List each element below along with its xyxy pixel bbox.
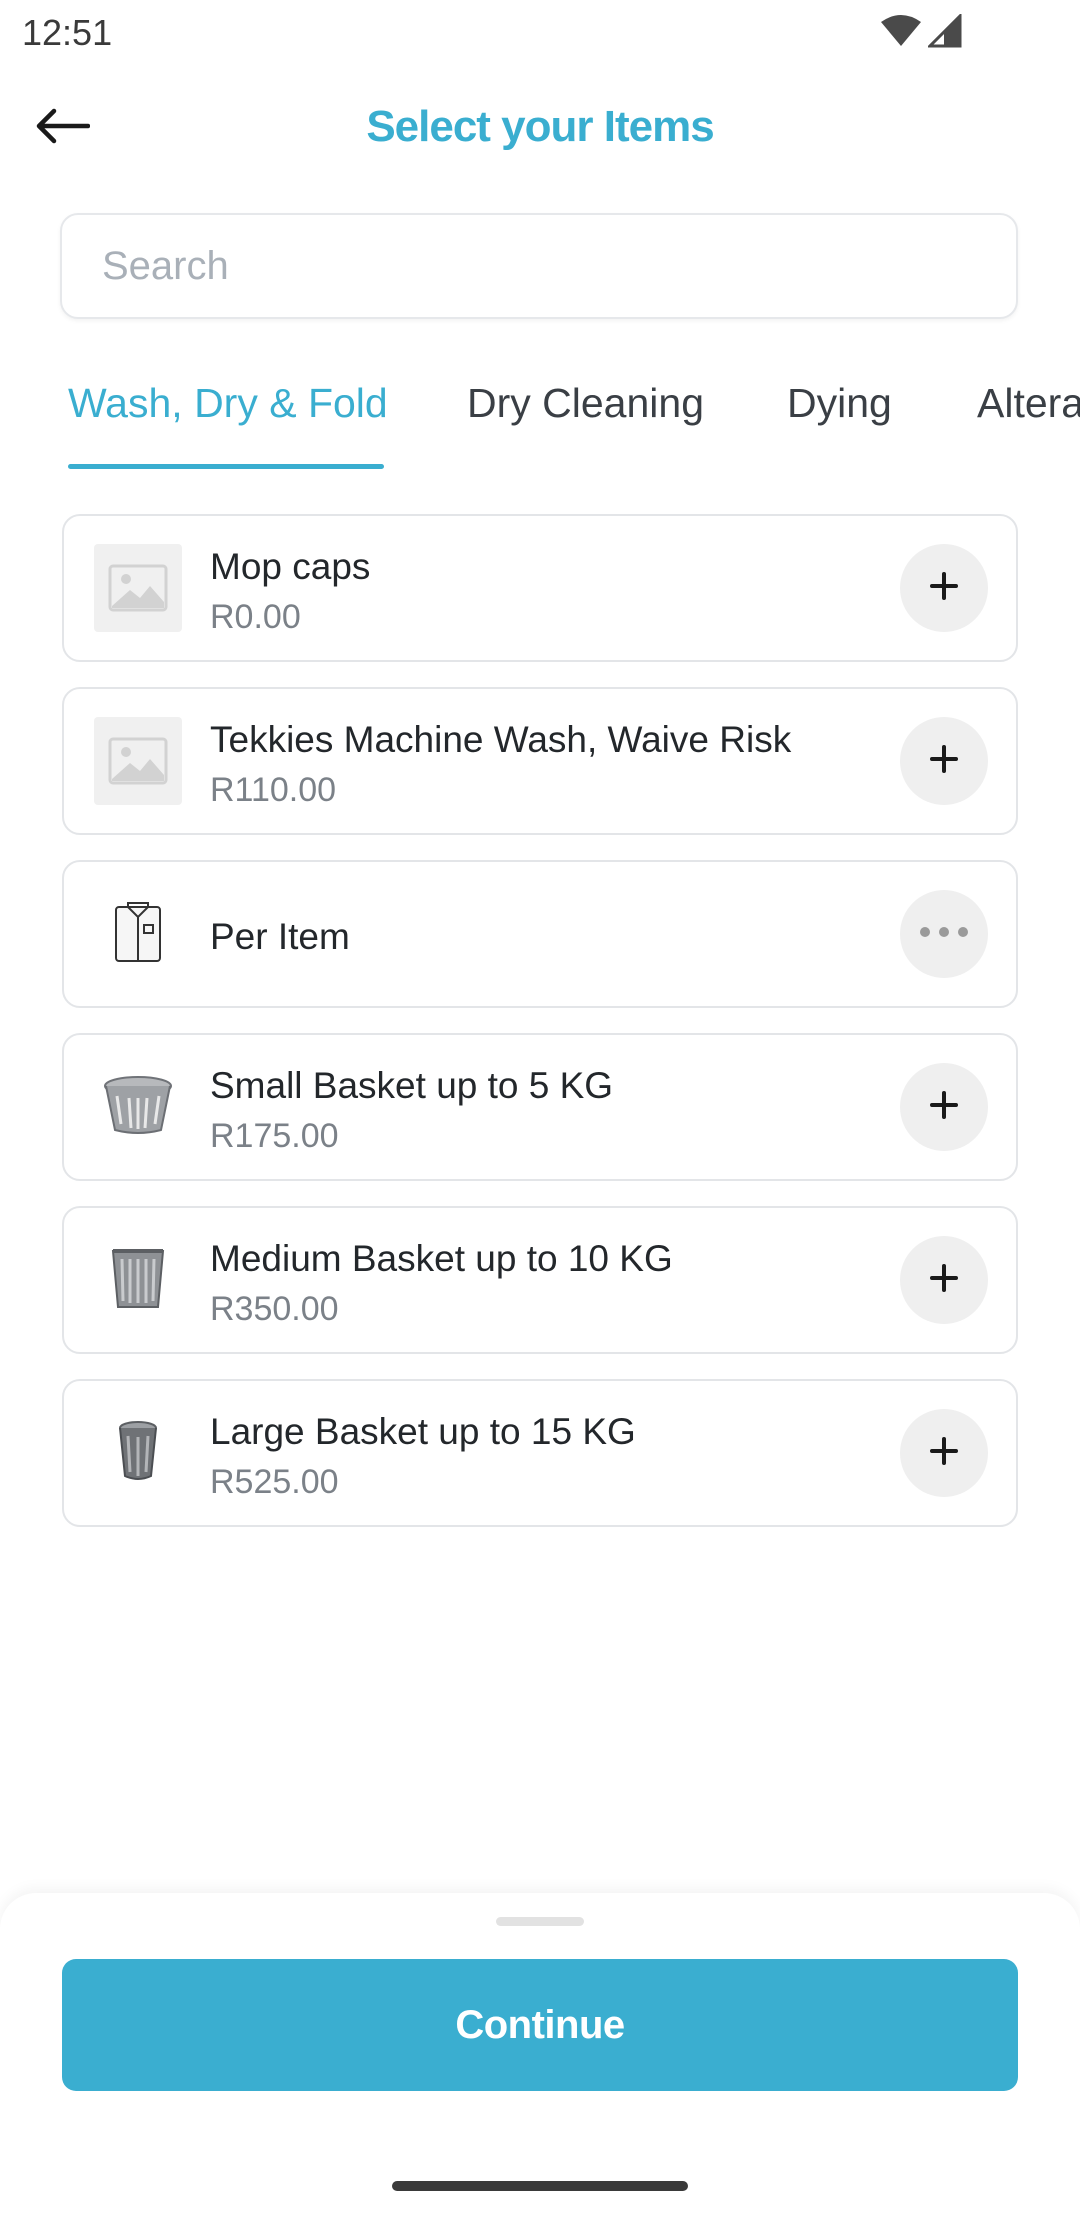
more-icon — [919, 925, 969, 943]
active-tab-indicator — [68, 464, 384, 469]
image-placeholder-icon — [94, 717, 182, 805]
item-thumbnail — [94, 1063, 182, 1151]
item-name: Small Basket up to 5 KG — [210, 1065, 614, 1106]
bottom-sheet: Continue — [0, 1893, 1080, 2220]
plus-icon — [929, 571, 959, 606]
drag-handle[interactable] — [496, 1917, 584, 1926]
item-thumbnail — [94, 1236, 182, 1324]
item-price: R525.00 — [210, 1463, 339, 1501]
image-placeholder-icon — [94, 544, 182, 632]
status-icons — [880, 12, 962, 53]
status-bar: 12:51 — [0, 0, 1080, 64]
plus-icon — [929, 1263, 959, 1298]
list-item[interactable]: Large Basket up to 15 KG R525.00 — [62, 1379, 1018, 1527]
plus-icon — [929, 1436, 959, 1471]
item-name: Medium Basket up to 10 KG — [210, 1238, 673, 1279]
item-name: Tekkies Machine Wash, Waive Risk — [210, 719, 792, 760]
list-item[interactable]: Small Basket up to 5 KG R175.00 — [62, 1033, 1018, 1181]
add-item-button[interactable] — [900, 1236, 988, 1324]
item-price: R350.00 — [210, 1290, 339, 1328]
item-thumbnail — [94, 890, 182, 978]
large-basket-icon — [117, 1420, 159, 1487]
list-item[interactable]: Tekkies Machine Wash, Waive Risk R110.00 — [62, 687, 1018, 835]
header: Select your Items — [0, 70, 1080, 190]
item-name: Mop caps — [210, 546, 371, 587]
search-input[interactable] — [62, 215, 1016, 317]
plus-icon — [929, 1090, 959, 1125]
add-item-button[interactable] — [900, 544, 988, 632]
more-options-button[interactable] — [900, 890, 988, 978]
list-item[interactable]: Medium Basket up to 10 KG R350.00 — [62, 1206, 1018, 1354]
tab-wash-dry-fold[interactable]: Wash, Dry & Fold — [68, 380, 388, 427]
item-price: R110.00 — [210, 771, 337, 809]
search-box — [60, 213, 1018, 319]
item-thumbnail — [94, 1409, 182, 1497]
list-item[interactable]: Per Item — [62, 860, 1018, 1008]
tab-alterations[interactable]: Altera — [977, 380, 1080, 427]
item-thumbnail — [94, 717, 182, 805]
add-item-button[interactable] — [900, 1063, 988, 1151]
list-item[interactable]: Mop caps R0.00 — [62, 514, 1018, 662]
plus-icon — [929, 744, 959, 779]
page-title: Select your Items — [366, 102, 714, 151]
add-item-button[interactable] — [900, 1409, 988, 1497]
shirt-icon — [113, 901, 163, 968]
add-item-button[interactable] — [900, 717, 988, 805]
category-tabs: Wash, Dry & Fold Dry Cleaning Dying Alte… — [0, 370, 1080, 470]
small-basket-icon — [103, 1074, 173, 1141]
continue-button[interactable]: Continue — [62, 1959, 1018, 2091]
tab-dying[interactable]: Dying — [787, 380, 892, 427]
signal-icon — [926, 12, 962, 53]
item-thumbnail — [94, 544, 182, 632]
tab-dry-cleaning[interactable]: Dry Cleaning — [467, 380, 704, 427]
home-indicator[interactable] — [392, 2181, 688, 2191]
medium-basket-icon — [110, 1245, 166, 1316]
item-name: Per Item — [210, 916, 350, 957]
wifi-icon — [880, 14, 922, 53]
item-price: R175.00 — [210, 1117, 339, 1155]
item-name: Large Basket up to 15 KG — [210, 1411, 636, 1452]
item-price: R0.00 — [210, 598, 301, 636]
status-time: 12:51 — [22, 12, 113, 53]
